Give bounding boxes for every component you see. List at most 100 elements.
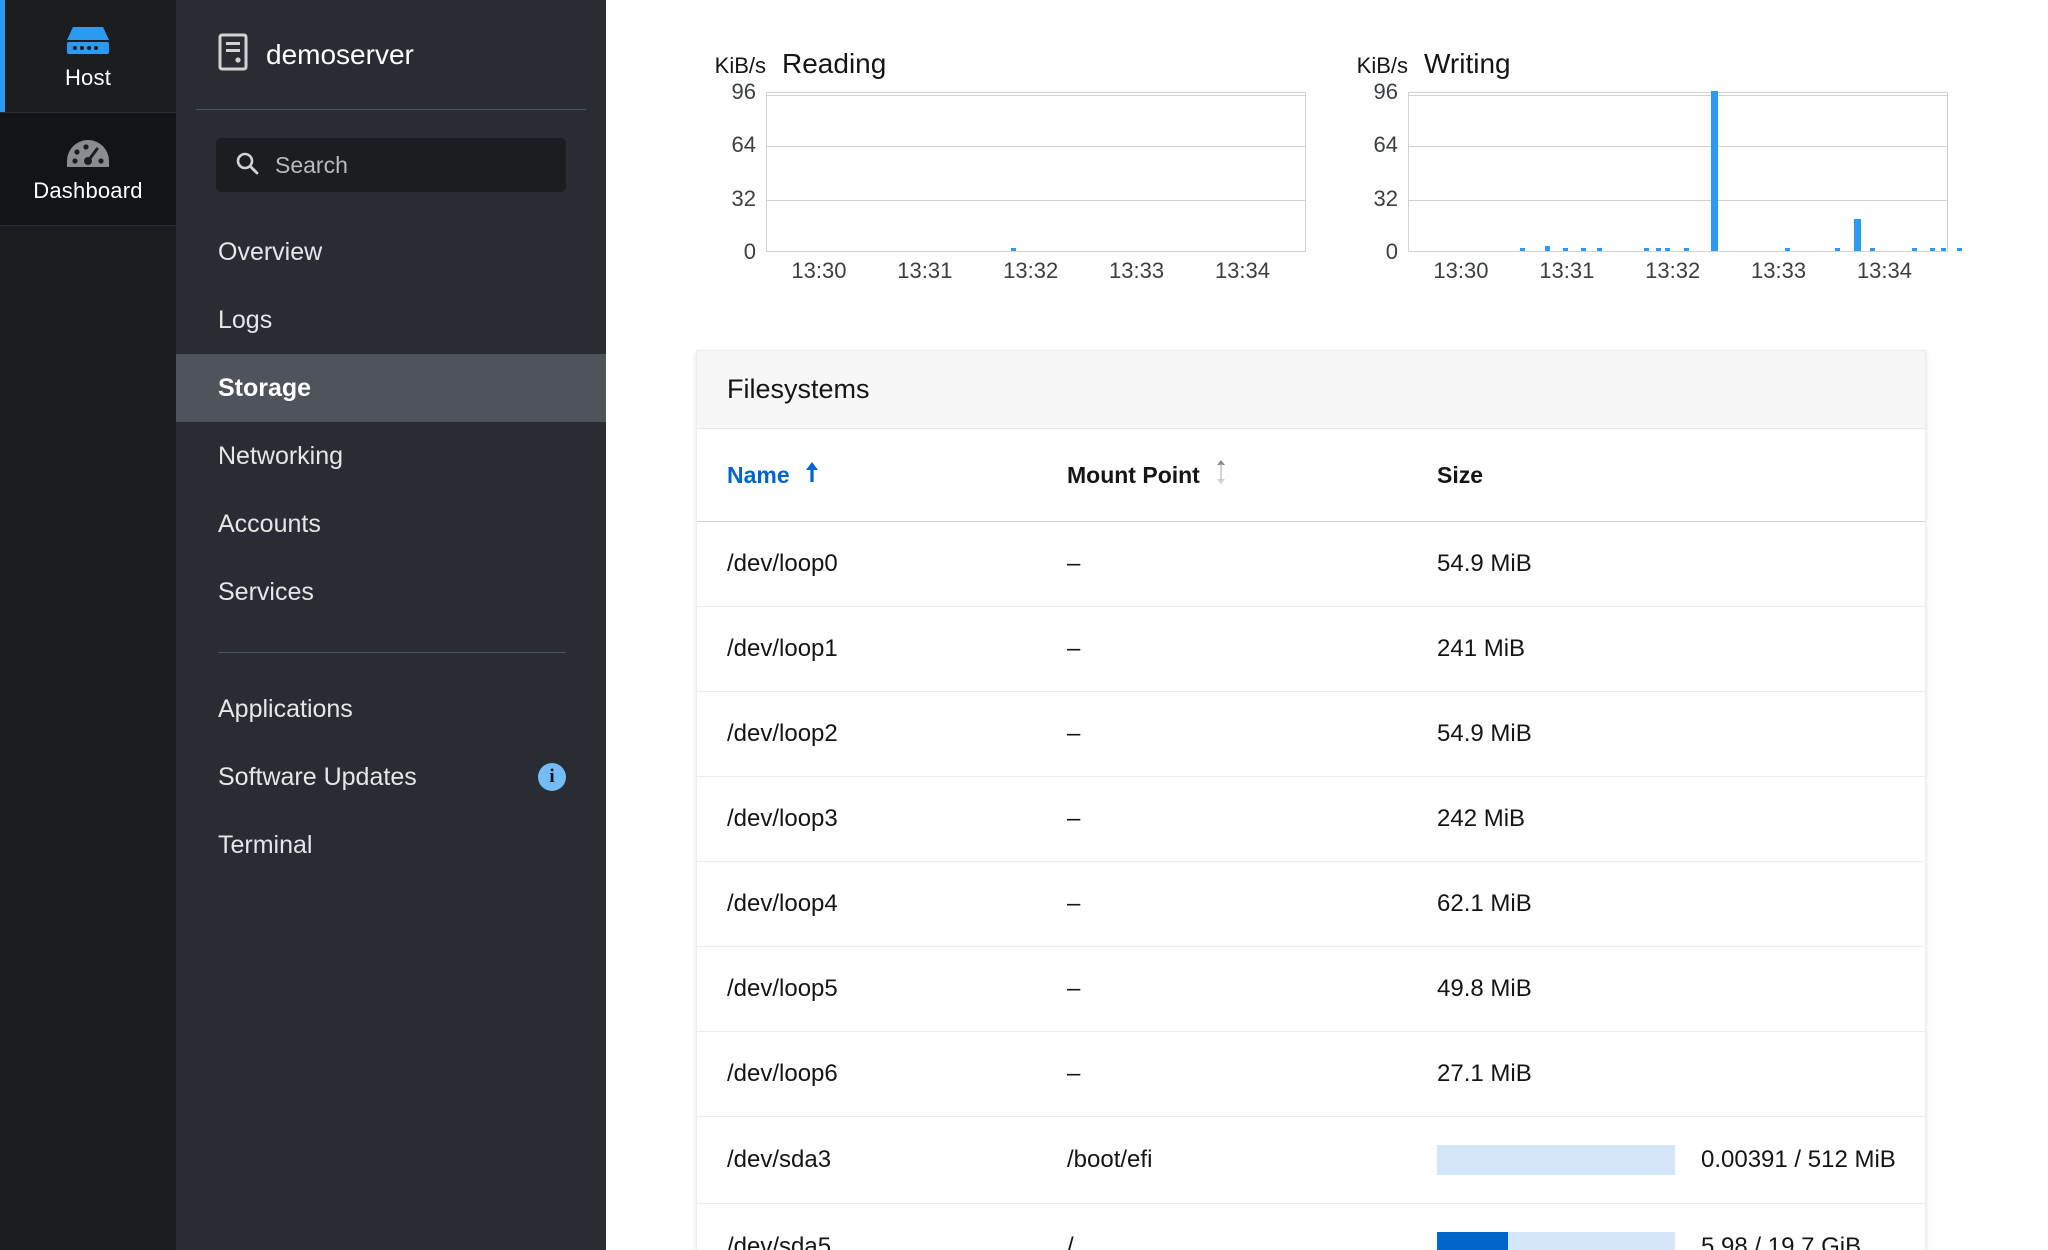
column-header-size-label: Size <box>1437 461 1484 488</box>
table-row[interactable]: /dev/loop2– 54.9 MiB <box>697 691 1925 777</box>
size-label: 27.1 MiB <box>1437 1060 1532 1087</box>
rail-item-host[interactable]: Host <box>0 0 176 112</box>
reading-chart: KiB/s Reading 96 64 32 0 13:30 13:31 13:32 13:… <box>696 48 1316 292</box>
chart-bar <box>1010 247 1016 251</box>
nav-secondary-list: Applications Software Updates i Terminal <box>176 675 606 879</box>
x-tick-label: 13:34 <box>1214 258 1270 283</box>
chart-bar <box>1644 247 1650 251</box>
sidebar-item-logs[interactable]: Logs <box>176 286 606 354</box>
table-row[interactable]: /dev/loop3– 242 MiB <box>697 776 1925 862</box>
sidebar-item-overview-label: Overview <box>218 237 323 266</box>
reading-chart-plot <box>766 92 1306 252</box>
column-header-mount-point-label: Mount Point <box>1067 461 1200 488</box>
server-tower-icon <box>218 33 248 76</box>
size-label: 49.8 MiB <box>1437 975 1532 1002</box>
nav-host-header[interactable]: demoserver <box>196 0 586 110</box>
table-row[interactable]: /dev/loop0– 54.9 MiB <box>697 521 1925 607</box>
reading-chart-x-axis: 13:30 13:31 13:32 13:33 13:34 <box>766 252 1306 292</box>
y-tick-label: 32 <box>731 185 756 211</box>
filesystems-card: Filesystems Name Mount Point Size /dev/l… <box>696 350 1926 1250</box>
size-label: 62.1 MiB <box>1437 890 1532 917</box>
table-header-row: Name Mount Point Size <box>697 429 1925 522</box>
table-row[interactable]: /dev/loop6– 27.1 MiB <box>697 1031 1925 1117</box>
cell-size: 49.8 MiB <box>1407 946 1925 1032</box>
cell-size: 27.1 MiB <box>1407 1031 1925 1117</box>
chart-bar <box>1957 247 1963 251</box>
server-icon <box>63 21 113 59</box>
reading-chart-y-axis: 96 64 32 0 <box>696 79 766 264</box>
size-label: 242 MiB <box>1437 805 1526 832</box>
search-icon <box>235 151 259 180</box>
cell-name: /dev/sda5 <box>697 1203 1037 1250</box>
cell-size: 54.9 MiB <box>1407 691 1925 777</box>
y-tick-label: 64 <box>1373 132 1398 158</box>
table-row[interactable]: /dev/loop5– 49.8 MiB <box>697 946 1925 1032</box>
arrow-up-icon <box>804 461 820 489</box>
reading-chart-title: Reading <box>782 48 887 79</box>
search-container <box>176 110 606 192</box>
cell-mount-point: – <box>1037 946 1407 1032</box>
chart-bar <box>1655 247 1661 251</box>
sidebar-item-applications-label: Applications <box>218 694 353 723</box>
sidebar-item-terminal[interactable]: Terminal <box>176 811 606 879</box>
writing-chart-title: Writing <box>1424 48 1511 79</box>
column-header-size[interactable]: Size <box>1407 429 1925 522</box>
sidebar-item-applications[interactable]: Applications <box>176 675 606 743</box>
writing-chart: KiB/s Writing 96 64 32 0 13:30 13:31 13:32 13:… <box>1338 48 1963 292</box>
sidebar-item-networking[interactable]: Networking <box>176 422 606 490</box>
cell-mount-point: – <box>1037 691 1407 777</box>
usage-bar-fill <box>1437 1232 1509 1250</box>
cell-name: /dev/sda3 <box>697 1116 1037 1204</box>
sidebar-item-storage[interactable]: Storage <box>176 354 606 422</box>
info-icon[interactable]: i <box>538 763 566 791</box>
chart-bar <box>1520 247 1526 251</box>
cell-name: /dev/loop1 <box>697 606 1037 692</box>
x-tick-label: 13:30 <box>1433 258 1489 283</box>
gridline <box>767 199 1305 201</box>
usage-bar <box>1437 1145 1675 1175</box>
gridline <box>1409 146 1947 148</box>
search-input[interactable] <box>275 151 547 179</box>
host-nav-panel: demoserver Overview Logs Stora <box>176 0 606 1250</box>
x-tick-label: 13:33 <box>1109 258 1165 283</box>
column-header-mount-point[interactable]: Mount Point <box>1037 429 1407 522</box>
column-header-name[interactable]: Name <box>697 429 1037 522</box>
rail-item-dashboard[interactable]: Dashboard <box>0 112 176 226</box>
gauge-icon <box>63 134 113 172</box>
sidebar-item-logs-label: Logs <box>218 305 273 334</box>
cell-size: 62.1 MiB <box>1407 861 1925 947</box>
gridline <box>1409 199 1947 201</box>
chart-bar <box>1869 247 1875 251</box>
nav-divider <box>218 652 566 653</box>
x-tick-label: 13:32 <box>1003 258 1059 283</box>
table-row[interactable]: /dev/sda3/boot/efi 0.00391 / 512 MiB <box>697 1116 1925 1204</box>
x-tick-label: 13:30 <box>791 258 847 283</box>
cell-name: /dev/loop0 <box>697 521 1037 607</box>
search-box[interactable] <box>216 138 566 192</box>
reading-chart-unit: KiB/s <box>714 53 766 78</box>
writing-chart-x-axis: 13:30 13:31 13:32 13:33 13:34 <box>1408 252 1948 292</box>
y-tick-label: 32 <box>1373 185 1398 211</box>
table-row[interactable]: /dev/loop4– 62.1 MiB <box>697 861 1925 947</box>
table-row[interactable]: /dev/sda5/ 5.98 / 19.7 GiB <box>697 1203 1925 1250</box>
cell-name: /dev/loop3 <box>697 776 1037 862</box>
gridline <box>1409 95 1947 96</box>
sidebar-item-services[interactable]: Services <box>176 558 606 626</box>
sidebar-item-accounts[interactable]: Accounts <box>176 490 606 558</box>
sidebar-item-terminal-label: Terminal <box>218 830 313 859</box>
sidebar-item-services-label: Services <box>218 577 314 606</box>
size-label: 54.9 MiB <box>1437 720 1532 747</box>
chart-bar <box>1784 247 1790 251</box>
filesystems-table: Name Mount Point Size /dev/loop0 – 54.9 … <box>697 429 1925 1250</box>
size-label: 0.00391 / 512 MiB <box>1701 1146 1896 1173</box>
cell-mount-point: – <box>1037 606 1407 692</box>
sidebar-item-overview[interactable]: Overview <box>176 218 606 286</box>
sidebar-item-storage-label: Storage <box>218 373 312 402</box>
x-tick-label: 13:33 <box>1751 258 1807 283</box>
sidebar-item-software-updates[interactable]: Software Updates i <box>176 743 606 811</box>
cell-size: 241 MiB <box>1407 606 1925 692</box>
table-row[interactable]: /dev/loop1– 241 MiB <box>697 606 1925 692</box>
cell-mount-point: – <box>1037 861 1407 947</box>
x-tick-label: 13:34 <box>1856 258 1912 283</box>
host-name-label: demoserver <box>266 38 414 70</box>
